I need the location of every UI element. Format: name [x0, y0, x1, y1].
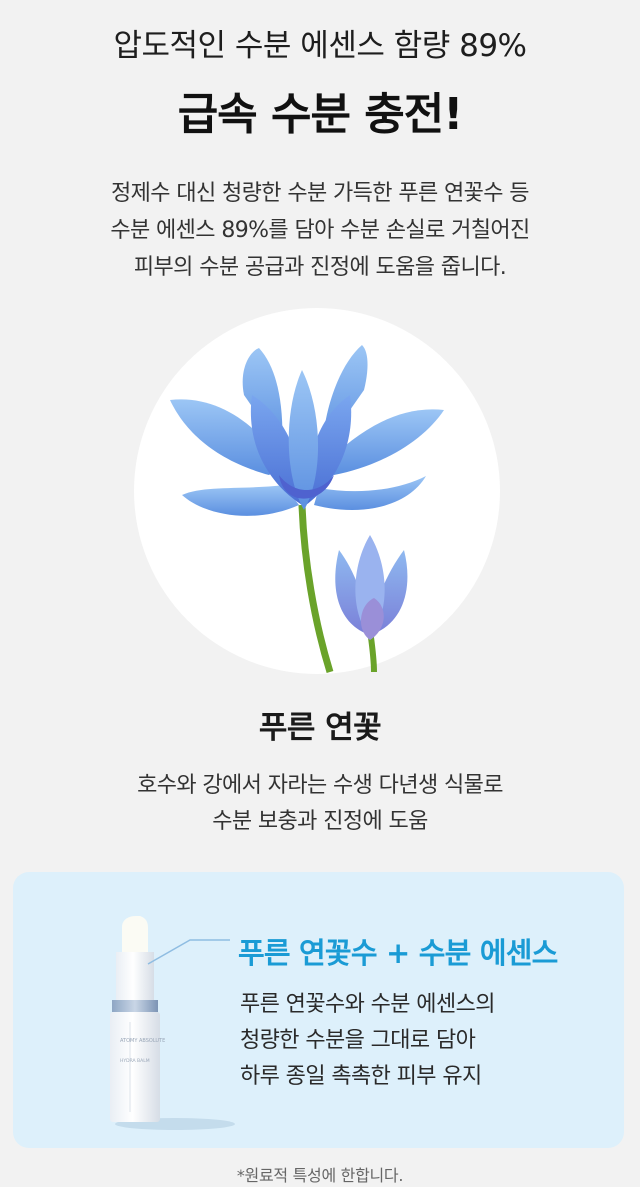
intro-line: 정제수 대신 청량한 수분 가득한 푸른 연꽃수 등 [111, 181, 530, 206]
panel-description: 푸른 연꽃수와 수분 에센스의 청량한 수분을 그대로 담아 하루 종일 촉촉한… [240, 987, 495, 1095]
product-brand-label: ATOMY ABSOLUTE [120, 1038, 165, 1044]
lotus-description: 호수와 강에서 자라는 수생 다년생 식물로 수분 보충과 진정에 도움 [0, 768, 640, 840]
intro-text: 정제수 대신 청량한 수분 가득한 푸른 연꽃수 등 수분 에센스 89%를 담… [0, 175, 640, 286]
intro-line: 수분 에센스 89%를 담아 수분 손실로 거칠어진 [110, 218, 530, 243]
sub-heading: 압도적인 수분 에센스 함량 89% [113, 28, 527, 64]
lotus-title: 푸른 연꽃 [258, 710, 382, 746]
product-name-label: HYDRA BALM [120, 1058, 150, 1064]
footnote: *원료적 특성에 한합니다. [236, 1166, 404, 1185]
lotus-desc-line: 호수와 강에서 자라는 수생 다년생 식물로 [137, 773, 503, 798]
main-heading: 급속 수분 충전! [177, 89, 464, 140]
panel-desc-line: 푸른 연꽃수와 수분 에센스의 [240, 992, 495, 1017]
blue-lotus-image [170, 345, 444, 674]
lip-balm-product-image: ATOMY ABSOLUTE HYDRA BALM [110, 916, 235, 1130]
panel-desc-line: 하루 종일 촉촉한 피부 유지 [240, 1064, 482, 1089]
panel-title: 푸른 연꽃수 + 수분 에센스 [238, 936, 558, 970]
lotus-desc-line: 수분 보충과 진정에 도움 [212, 809, 428, 834]
intro-line: 피부의 수분 공급과 진정에 도움을 줍니다. [133, 255, 507, 280]
panel-desc-line: 청량한 수분을 그대로 담아 [240, 1028, 476, 1053]
